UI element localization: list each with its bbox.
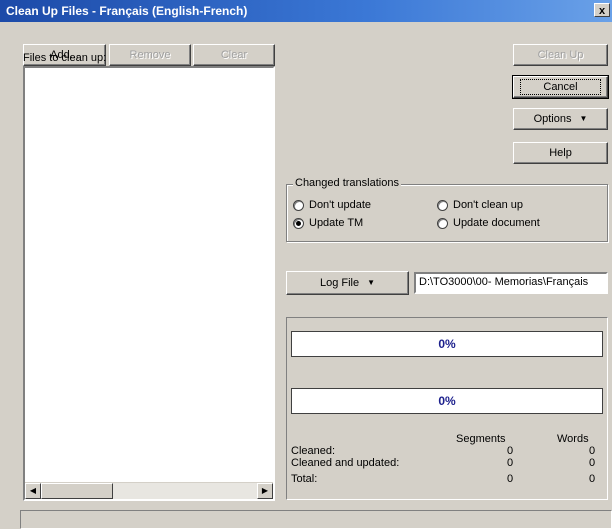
log-file-button[interactable]: Log File ▼ xyxy=(286,271,409,295)
cancel-label: Cancel xyxy=(543,81,578,93)
log-file-label: Log File xyxy=(319,277,360,289)
radio-dont-clean-up[interactable]: Don't clean up xyxy=(437,199,523,211)
help-button[interactable]: Help xyxy=(513,142,608,164)
total-words: 0 xyxy=(589,473,596,485)
options-label: Options xyxy=(533,113,572,125)
radio-dot xyxy=(437,217,448,229)
status-bar xyxy=(20,510,612,529)
radio-update-tm[interactable]: Update TM xyxy=(293,217,363,229)
changed-translations-group: Changed translations Don't update Don't … xyxy=(286,177,608,242)
progress-panel: 0% 0% Segments Words Cleaned: 0 0 Cleane… xyxy=(286,317,608,500)
words-header: Words xyxy=(557,433,589,445)
clear-button[interactable]: Clear xyxy=(193,44,275,66)
progress-bar-segments: 0% xyxy=(291,331,603,357)
clean-up-button[interactable]: Clean Up xyxy=(513,44,608,66)
remove-button-label: Remove xyxy=(129,49,171,61)
total-label: Total: xyxy=(291,473,318,485)
scroll-left-icon[interactable]: ◀ xyxy=(25,483,41,499)
chevron-down-icon: ▼ xyxy=(367,278,376,288)
scroll-right-icon[interactable]: ▶ xyxy=(257,483,273,499)
files-list[interactable]: ◀ ▶ xyxy=(23,66,275,501)
options-button[interactable]: Options ▼ xyxy=(513,108,608,130)
changed-translations-title: Changed translations xyxy=(293,177,401,189)
total-segments: 0 xyxy=(507,473,514,485)
cleaned-label: Cleaned: xyxy=(291,445,336,457)
radio-update-document[interactable]: Update document xyxy=(437,217,540,229)
clean-up-label: Clean Up xyxy=(537,49,584,61)
cleaned-updated-label: Cleaned and updated: xyxy=(291,457,400,469)
cleaned-updated-segments: 0 xyxy=(507,457,514,469)
cleaned-updated-words: 0 xyxy=(589,457,596,469)
help-label: Help xyxy=(549,147,572,159)
window-title: Clean Up Files - Français (English-Frenc… xyxy=(6,4,248,18)
radio-dot xyxy=(437,199,448,211)
close-button[interactable]: x xyxy=(594,3,610,17)
cleaned-words: 0 xyxy=(589,445,596,457)
log-file-path-input[interactable]: D:\TO3000\00- Memorias\Français xyxy=(414,272,608,294)
radio-dot-selected xyxy=(293,217,304,229)
progress-bar-words: 0% xyxy=(291,388,603,414)
radio-label: Don't update xyxy=(309,199,372,211)
title-bar: Clean Up Files - Français (English-Frenc… xyxy=(0,0,612,22)
remove-button[interactable]: Remove xyxy=(109,44,191,66)
radio-dot xyxy=(293,199,304,211)
clear-button-label: Clear xyxy=(220,49,248,61)
radio-label: Update TM xyxy=(309,217,364,229)
segments-header: Segments xyxy=(456,433,506,445)
radio-label: Don't clean up xyxy=(453,199,523,211)
radio-dont-update[interactable]: Don't update xyxy=(293,199,371,211)
radio-label: Update document xyxy=(453,217,540,229)
files-to-clean-up-label: Files to clean up: xyxy=(23,52,107,64)
scroll-thumb[interactable] xyxy=(41,483,113,499)
horizontal-scrollbar[interactable]: ◀ ▶ xyxy=(25,482,273,499)
chevron-down-icon: ▼ xyxy=(579,114,588,124)
cleaned-segments: 0 xyxy=(507,445,514,457)
cancel-button[interactable]: Cancel xyxy=(512,75,609,99)
